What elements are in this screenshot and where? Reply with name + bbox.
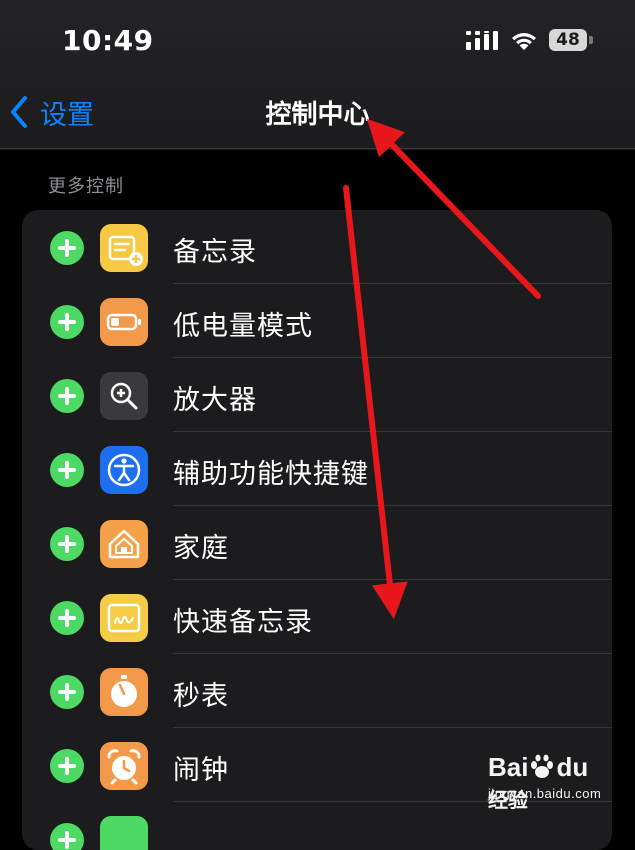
add-button[interactable] xyxy=(50,823,84,850)
status-time: 10:49 xyxy=(62,24,154,57)
list-item-low-power-mode[interactable]: 低电量模式 xyxy=(22,284,612,358)
add-button[interactable] xyxy=(50,527,84,561)
wifi-icon xyxy=(512,33,536,50)
section-header: 更多控制 xyxy=(48,176,124,197)
status-bar: 10:49 48 xyxy=(0,0,635,82)
baidu-watermark: Bai du经验 jingyan.baidu.com xyxy=(488,752,606,812)
battery-percentage: 48 xyxy=(556,30,580,50)
add-button[interactable] xyxy=(50,453,84,487)
list-item-magnifier[interactable]: 放大器 xyxy=(22,358,612,432)
add-button[interactable] xyxy=(50,305,84,339)
list-item-label: 快速备忘录 xyxy=(173,607,313,638)
app-icon-partial xyxy=(100,816,148,850)
page-title: 控制中心 xyxy=(265,100,370,130)
list-item-label: 备忘录 xyxy=(173,237,257,268)
add-button[interactable] xyxy=(50,379,84,413)
stopwatch-icon xyxy=(100,668,148,716)
navigation-bar: 设置 控制中心 xyxy=(0,82,635,148)
cellular-signal-icon xyxy=(466,31,498,50)
add-button[interactable] xyxy=(50,749,84,783)
list-item-label: 闹钟 xyxy=(173,755,229,786)
battery-indicator: 48 xyxy=(549,29,595,51)
list-item-label: 低电量模式 xyxy=(173,311,313,342)
list-item-label: 秒表 xyxy=(173,681,229,712)
alarm-icon xyxy=(100,742,148,790)
baidu-paw-icon xyxy=(531,754,553,778)
accessibility-icon xyxy=(100,446,148,494)
home-icon xyxy=(100,520,148,568)
watermark-url: jingyan.baidu.com xyxy=(488,786,602,801)
quick-note-icon xyxy=(100,594,148,642)
list-item-accessibility-shortcut[interactable]: 辅助功能快捷键 xyxy=(22,432,612,506)
add-button[interactable] xyxy=(50,231,84,265)
nav-divider xyxy=(0,148,635,149)
add-button[interactable] xyxy=(50,601,84,635)
list-item-notes[interactable]: 备忘录 xyxy=(22,210,612,284)
list-item-label: 辅助功能快捷键 xyxy=(173,459,369,490)
notes-icon xyxy=(100,224,148,272)
list-item-label: 放大器 xyxy=(173,385,257,416)
list-item-home[interactable]: 家庭 xyxy=(22,506,612,580)
list-item-stopwatch[interactable]: 秒表 xyxy=(22,654,612,728)
list-item-quick-note[interactable]: 快速备忘录 xyxy=(22,580,612,654)
add-button[interactable] xyxy=(50,675,84,709)
low-power-mode-icon xyxy=(100,298,148,346)
list-item-label: 家庭 xyxy=(173,533,229,564)
magnifier-icon xyxy=(100,372,148,420)
